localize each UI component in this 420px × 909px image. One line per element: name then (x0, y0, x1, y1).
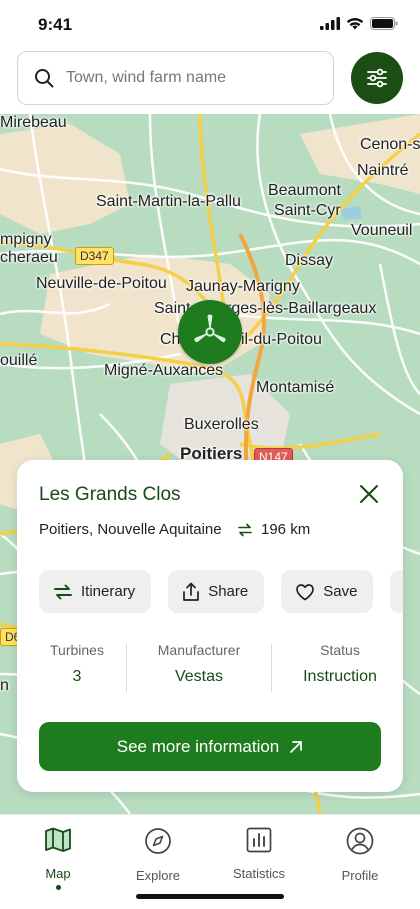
place-label: n (0, 677, 9, 694)
tab-map[interactable]: Map (18, 827, 98, 890)
place-label: Buxerolles (184, 416, 259, 433)
tab-profile[interactable]: Profile (320, 827, 400, 883)
share-button[interactable]: Share (168, 570, 265, 613)
wind-farm-marker[interactable] (178, 300, 242, 364)
stat-label: Turbines (50, 642, 104, 658)
tab-statistics[interactable]: Statistics (219, 827, 299, 881)
chart-icon (246, 827, 272, 853)
distance-value: 196 km (261, 521, 311, 538)
active-indicator (55, 885, 61, 890)
share-label: Share (208, 583, 249, 600)
place-label: Migné-Auxances (104, 362, 224, 379)
itinerary-button[interactable]: Itinerary (39, 570, 152, 613)
stat-value: 3 (72, 668, 82, 685)
report-button[interactable] (390, 570, 403, 613)
filter-button[interactable] (351, 52, 403, 104)
place-label: mpigny (0, 231, 52, 248)
save-button[interactable]: Save (281, 570, 374, 613)
place-label: Montamisé (256, 379, 335, 396)
wifi-icon (346, 18, 364, 30)
stat-manufacturer: Manufacturer Vestas (142, 642, 256, 686)
status-icons (320, 17, 398, 30)
status-bar: 9:41 (0, 0, 420, 48)
wind-turbine-icon (194, 314, 226, 343)
place-label: Dissay (285, 252, 334, 269)
place-label: Saint-Martin-la-Pallu (96, 193, 241, 210)
wind-farm-card: Les Grands Clos Poitiers, Nouvelle Aquit… (17, 460, 403, 792)
stat-status: Status Instruction (287, 642, 393, 686)
bottom-nav: Map Explore Statistics Profile (0, 814, 420, 909)
card-location: Poitiers, Nouvelle Aquitaine (39, 521, 222, 538)
place-label: Vouneuil (351, 222, 413, 239)
tab-label: Map (45, 866, 71, 881)
stats-row: Turbines 3 Manufacturer Vestas Status In… (17, 642, 403, 694)
place-label: Jaunay-Marigny (186, 278, 300, 295)
road-badge: D347 (75, 247, 114, 265)
action-chips: Itinerary Share Save (39, 570, 403, 613)
status-time: 9:41 (38, 15, 73, 34)
see-more-button[interactable]: See more information (39, 722, 381, 771)
close-icon[interactable] (357, 482, 381, 506)
search-header (0, 48, 420, 114)
sliders-icon (367, 68, 387, 88)
place-label: Beaumont (268, 182, 341, 199)
arrow-up-right-icon (290, 740, 303, 753)
tab-label: Profile (341, 868, 379, 883)
place-label: cheraeu (0, 249, 58, 266)
place-label: Mirebeau (0, 114, 67, 131)
stat-label: Status (320, 642, 360, 658)
place-label: ouillé (0, 352, 38, 369)
heart-icon (296, 583, 315, 600)
card-title: Les Grands Clos (39, 484, 181, 505)
swap-arrows-icon (238, 523, 252, 536)
divider (271, 644, 272, 692)
signal-icon (320, 17, 340, 30)
divider (126, 644, 127, 692)
stat-label: Manufacturer (157, 642, 241, 658)
tab-label: Explore (135, 868, 181, 883)
swap-arrows-icon (54, 584, 72, 599)
home-indicator (136, 894, 284, 899)
map-icon (45, 827, 71, 852)
tab-label: Statistics (232, 866, 285, 881)
stat-value: Instruction (303, 668, 377, 685)
tab-explore[interactable]: Explore (118, 827, 198, 883)
search-icon (35, 69, 54, 88)
itinerary-label: Itinerary (81, 583, 136, 600)
save-label: Save (323, 583, 358, 600)
stat-turbines: Turbines 3 (27, 642, 127, 686)
place-label: Naintré (357, 162, 409, 179)
battery-icon (370, 17, 398, 30)
place-label: Cenon-s (360, 136, 420, 153)
compass-icon (145, 828, 171, 854)
search-input[interactable] (66, 69, 306, 87)
place-label: Neuville-de-Poitou (36, 275, 167, 292)
card-distance: 196 km (237, 521, 310, 538)
cta-label: See more information (116, 736, 280, 756)
search-bar[interactable] (17, 51, 334, 105)
place-label: Saint-Cyr (274, 202, 341, 219)
user-icon (346, 827, 374, 855)
share-icon (183, 582, 200, 601)
stat-value: Vestas (174, 668, 224, 685)
